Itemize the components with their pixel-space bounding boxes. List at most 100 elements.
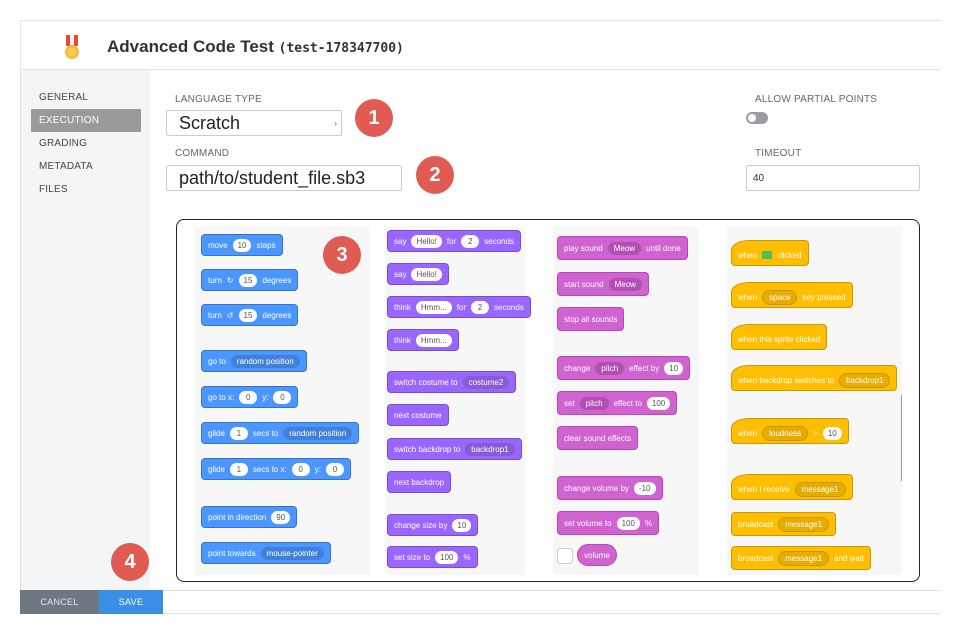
block-think-for-seconds[interactable]: think Hmm... for 2 seconds — [387, 296, 531, 318]
block-dropdown[interactable]: random position — [230, 354, 300, 368]
block-say[interactable]: say Hello! — [387, 263, 449, 285]
block-dropdown[interactable]: costume2 — [462, 375, 510, 389]
block-dropdown[interactable]: space — [762, 289, 798, 305]
block-input-value[interactable]: 2 — [471, 300, 490, 314]
language-type-label: LANGUAGE TYPE — [175, 94, 262, 105]
block-move-steps[interactable]: move 10 steps — [201, 234, 283, 256]
block-input-value[interactable]: Hello! — [411, 267, 442, 281]
block-label: % — [644, 518, 653, 528]
sidebar-item-grading[interactable]: GRADING — [21, 132, 141, 155]
block-when-backdrop-switches[interactable]: when backdrop switches to backdrop1 — [731, 365, 898, 391]
block-dropdown[interactable]: Meow — [608, 277, 642, 291]
sidebar-item-execution[interactable]: EXECUTION — [31, 109, 141, 132]
block-when-key-pressed[interactable]: when space key pressed — [731, 282, 853, 308]
block-dropdown[interactable]: backdrop1 — [465, 442, 515, 456]
block-stop-all-sounds[interactable]: stop all sounds — [557, 307, 625, 331]
block-dropdown[interactable]: pitch — [595, 361, 625, 375]
block-label: set size to — [394, 552, 431, 562]
block-when-loudness[interactable]: when loudness >10 — [731, 418, 849, 444]
block-think[interactable]: think Hmm... — [387, 329, 459, 351]
block-change-effect[interactable]: change pitch effect by 10 — [557, 356, 691, 380]
block-label: effect by — [629, 363, 660, 373]
block-switch-backdrop[interactable]: switch backdrop to backdrop1 — [387, 438, 522, 460]
block-label: when — [738, 250, 758, 260]
block-label: clicked — [777, 250, 802, 260]
block-input-value[interactable]: 90 — [271, 510, 291, 524]
block-input-value[interactable]: 0 — [325, 462, 344, 476]
block-label: for — [446, 236, 457, 246]
block-dropdown[interactable]: Meow — [607, 241, 642, 255]
block-point-towards[interactable]: point towards mouse-pointer — [201, 542, 331, 564]
sidebar-item-files[interactable]: FILES — [21, 178, 141, 201]
block-label: play sound — [564, 243, 603, 253]
cancel-button[interactable]: CANCEL — [20, 590, 99, 614]
block-dropdown[interactable]: pitch — [579, 396, 609, 410]
sidebar-item-metadata[interactable]: METADATA — [21, 155, 141, 178]
block-input-value[interactable]: 15 — [238, 273, 258, 287]
block-point-in-direction[interactable]: point in direction 90 — [201, 506, 298, 528]
save-button[interactable]: SAVE — [99, 590, 163, 614]
block-turn-right[interactable]: turn ↻ 15 degrees — [201, 269, 299, 291]
annotation-badge-3: 3 — [323, 236, 361, 274]
block-input-value[interactable]: 100 — [435, 550, 459, 564]
block-input-value[interactable]: -10 — [633, 481, 656, 495]
block-broadcast-and-wait[interactable]: broadcast message1 and wait — [731, 546, 871, 570]
block-switch-costume[interactable]: switch costume to costume2 — [387, 371, 517, 393]
block-dropdown[interactable]: message1 — [794, 481, 846, 497]
block-input-value[interactable]: 2 — [461, 234, 480, 248]
block-label: go to x: — [208, 392, 235, 402]
block-input-value[interactable]: 1 — [229, 426, 248, 440]
block-set-volume[interactable]: set volume to 100% — [557, 511, 660, 535]
block-next-costume[interactable]: next costume — [387, 404, 449, 426]
block-input-value[interactable]: 100 — [646, 396, 671, 410]
block-play-sound-until-done[interactable]: play sound Meow until done — [557, 236, 688, 260]
block-label: turn — [208, 310, 222, 320]
block-when-flag-clicked[interactable]: when clicked — [731, 240, 809, 266]
block-start-sound[interactable]: start sound Meow — [557, 272, 649, 296]
block-set-size[interactable]: set size to 100% — [387, 546, 478, 568]
block-change-volume[interactable]: change volume by -10 — [557, 476, 663, 500]
block-input-value[interactable]: 10 — [232, 238, 252, 252]
block-input-value[interactable]: 0 — [239, 390, 258, 404]
block-when-sprite-clicked[interactable]: when this sprite clicked — [731, 324, 828, 350]
block-input-value[interactable]: 10 — [664, 361, 684, 375]
sidebar-item-general[interactable]: GENERAL — [21, 86, 141, 109]
block-broadcast[interactable]: broadcast message1 — [731, 512, 837, 536]
timeout-input[interactable]: 40 — [746, 165, 920, 191]
command-input[interactable]: path/to/student_file.sb3 — [166, 165, 402, 191]
block-dropdown[interactable]: backdrop1 — [839, 372, 891, 388]
block-dropdown[interactable]: message1 — [778, 550, 830, 566]
block-input-value[interactable]: 10 — [822, 426, 842, 440]
block-input-value[interactable]: 0 — [273, 390, 292, 404]
block-input-value[interactable]: 1 — [229, 462, 248, 476]
block-go-to[interactable]: go to random position — [201, 350, 307, 372]
block-say-for-seconds[interactable]: say Hello! for 2 seconds — [387, 230, 522, 252]
block-when-i-receive[interactable]: when I receive message1 — [731, 474, 853, 500]
block-label: y: — [314, 464, 321, 474]
block-dropdown[interactable]: loudness — [762, 425, 809, 441]
block-input-value[interactable]: 100 — [616, 516, 640, 530]
block-dropdown[interactable]: message1 — [778, 516, 830, 532]
block-input-value[interactable]: Hmm... — [415, 300, 452, 314]
block-input-value[interactable]: 15 — [238, 308, 258, 322]
block-input-value[interactable]: 0 — [291, 462, 310, 476]
block-clear-sound-effects[interactable]: clear sound effects — [557, 426, 639, 450]
block-input-value[interactable]: Hello! — [411, 234, 442, 248]
block-dropdown[interactable]: mouse-pointer — [260, 546, 324, 560]
block-input-value[interactable]: Hmm... — [415, 333, 452, 347]
block-dropdown[interactable]: random position — [283, 426, 353, 440]
block-set-effect[interactable]: set pitch effect to 100 — [557, 391, 678, 415]
block-next-backdrop[interactable]: next backdrop — [387, 471, 452, 493]
allow-partial-points-toggle[interactable] — [746, 112, 768, 124]
block-change-size[interactable]: change size by 10 — [387, 514, 479, 536]
block-volume-reporter[interactable]: volume — [577, 544, 617, 566]
blocks-scrollbar[interactable] — [901, 395, 902, 481]
language-type-select[interactable]: Scratch › — [166, 110, 342, 136]
volume-checkbox[interactable] — [557, 548, 573, 564]
block-turn-left[interactable]: turn ↺ 15 degrees — [201, 304, 299, 326]
block-input-value[interactable]: 10 — [452, 518, 472, 532]
block-go-to-xy[interactable]: go to x: 0 y: 0 — [201, 386, 299, 408]
block-glide-to[interactable]: glide 1 secs to random position — [201, 422, 360, 444]
rotate-left-icon: ↺ — [226, 310, 234, 320]
block-glide-to-xy[interactable]: glide 1 secs to x: 0 y: 0 — [201, 458, 351, 480]
